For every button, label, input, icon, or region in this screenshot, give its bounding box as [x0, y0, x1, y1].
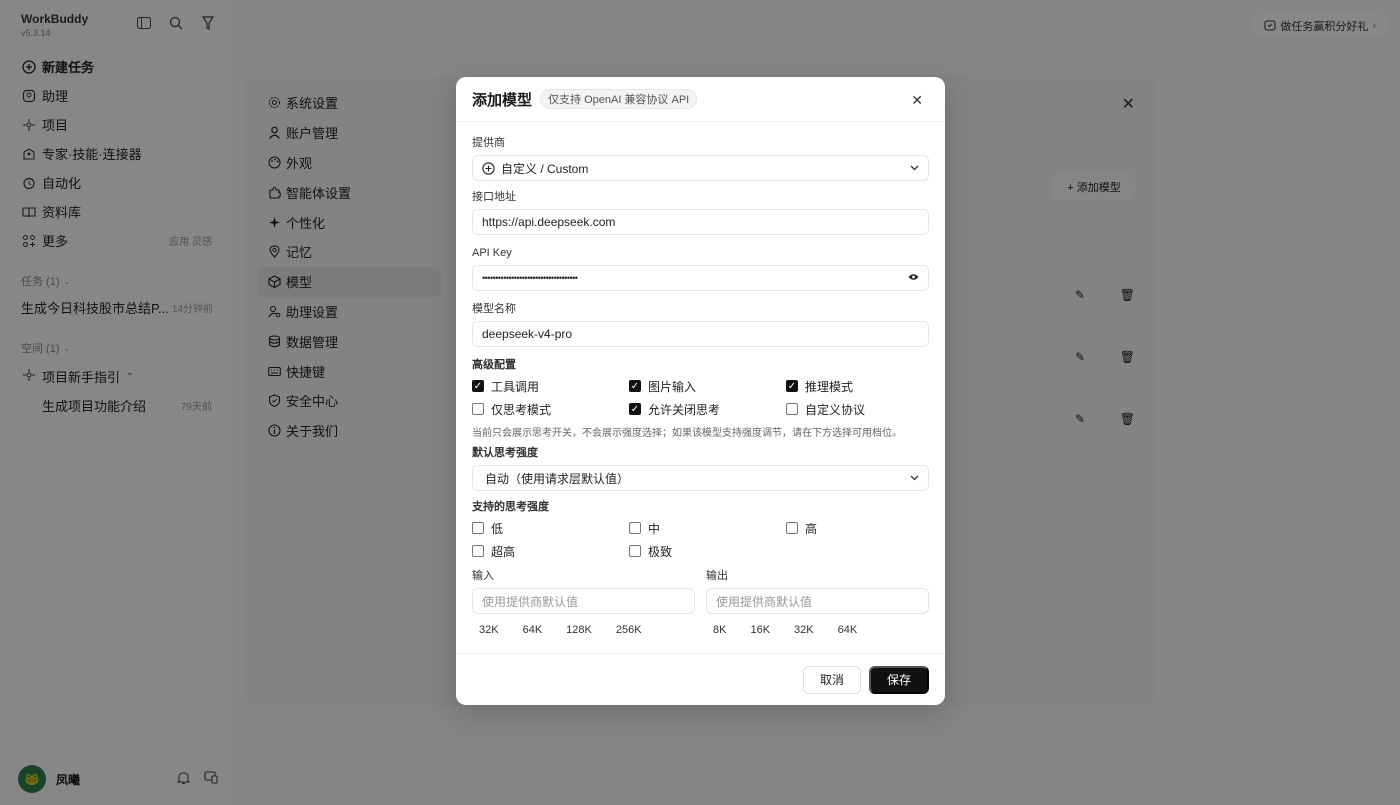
checkbox-box: ✓ [629, 403, 641, 415]
modal-close-icon[interactable]: ✕ [911, 92, 923, 109]
modal-header: 添加模型 仅支持 OpenAI 兼容协议 API ✕ [456, 77, 945, 122]
checkbox-tool-calling[interactable]: ✓ 工具调用 [472, 377, 629, 395]
eye-icon[interactable] [908, 273, 919, 284]
checkbox-image-input[interactable]: ✓ 图片输入 [629, 377, 786, 395]
provider-value: 自定义 / Custom [501, 161, 589, 176]
checkbox-box [629, 522, 641, 534]
preset-chip[interactable]: 256K [609, 621, 649, 639]
preset-chip[interactable]: 16K [743, 621, 777, 639]
checkbox-box [786, 403, 798, 415]
checkbox-box: ✓ [786, 380, 798, 392]
output-presets: 8K 16K 32K 64K [706, 621, 929, 639]
output-limit-placeholder: 使用提供商默认值 [716, 594, 813, 609]
input-limit-label: 输入 [472, 570, 494, 582]
plus-circle-icon [482, 161, 495, 175]
apikey-value: •••••••••••••••••••••••••••••••••••• [482, 273, 578, 283]
checkbox-reasoning-mode[interactable]: ✓ 推理模式 [786, 377, 929, 395]
advanced-checks: ✓ 工具调用 ✓ 图片输入 ✓ 推理模式 仅思考模式 ✓ 允许关闭思考 自定义协议 [472, 377, 929, 418]
preset-chip[interactable]: 8K [706, 621, 733, 639]
checkbox-box: ✓ [472, 380, 484, 392]
provider-label: 提供商 [472, 137, 505, 149]
chevron-down-icon [910, 473, 919, 484]
advanced-label: 高级配置 [472, 359, 516, 371]
checkbox-box [472, 403, 484, 415]
apikey-input[interactable]: •••••••••••••••••••••••••••••••••••• [472, 265, 929, 291]
protocol-tag: 仅支持 OpenAI 兼容协议 API [540, 89, 698, 109]
modal-title: 添加模型 [472, 91, 533, 109]
chevron-down-icon [910, 163, 919, 174]
checkbox-box [472, 545, 484, 557]
checkbox-strength-low[interactable]: 低 [472, 519, 629, 537]
output-limit-group: 输出 使用提供商默认值 8K 16K 32K 64K [706, 568, 929, 639]
checkbox-box [786, 522, 798, 534]
checkbox-box: ✓ [629, 380, 641, 392]
preset-chip[interactable]: 32K [787, 621, 821, 639]
checkbox-strength-max[interactable]: 极致 [629, 542, 786, 560]
modal-body: 提供商 自定义 / Custom 接口地址 https://api.deepse… [472, 135, 929, 639]
checkbox-box [629, 545, 641, 557]
preset-chip[interactable]: 32K [472, 621, 506, 639]
default-strength-label: 默认思考强度 [472, 447, 538, 459]
thinking-hint: 当前只会展示思考开关，不会展示强度选择；如果该模型支持强度调节，请在下方选择可用… [472, 428, 902, 439]
checkbox-thinking-only[interactable]: 仅思考模式 [472, 400, 629, 418]
checkbox-custom-protocol[interactable]: 自定义协议 [786, 400, 929, 418]
checkbox-box [472, 522, 484, 534]
checkbox-strength-medium[interactable]: 中 [629, 519, 786, 537]
output-limit-label: 输出 [706, 570, 728, 582]
apikey-label: API Key [472, 247, 512, 259]
input-limit-placeholder: 使用提供商默认值 [482, 594, 579, 609]
model-name-value: deepseek-v4-pro [482, 327, 573, 341]
input-limit-field[interactable]: 使用提供商默认值 [472, 588, 695, 614]
model-name-label: 模型名称 [472, 303, 516, 315]
model-name-input[interactable]: deepseek-v4-pro [472, 321, 929, 347]
preset-chip[interactable]: 64K [516, 621, 550, 639]
supported-strength-label: 支持的思考强度 [472, 501, 549, 513]
preset-chip[interactable]: 128K [559, 621, 599, 639]
endpoint-input[interactable]: https://api.deepseek.com [472, 209, 929, 235]
checkbox-strength-xhigh[interactable]: 超高 [472, 542, 629, 560]
default-strength-value: 自动（使用请求层默认值） [485, 471, 630, 486]
strength-checks: 低 中 高 超高 极致 [472, 519, 929, 560]
provider-select[interactable]: 自定义 / Custom [472, 155, 929, 181]
output-limit-field[interactable]: 使用提供商默认值 [706, 588, 929, 614]
endpoint-label: 接口地址 [472, 191, 516, 203]
checkbox-allow-disable-thinking[interactable]: ✓ 允许关闭思考 [629, 400, 786, 418]
default-strength-select[interactable]: 自动（使用请求层默认值） [472, 465, 929, 491]
checkbox-strength-high[interactable]: 高 [786, 519, 929, 537]
token-limits: 输入 使用提供商默认值 32K 64K 128K 256K 输出 使用提供商默认… [472, 568, 929, 639]
add-model-modal: 添加模型 仅支持 OpenAI 兼容协议 API ✕ 提供商 自定义 / Cus… [456, 77, 945, 705]
modal-footer: 取消 保存 [456, 653, 945, 705]
save-button[interactable]: 保存 [869, 665, 929, 694]
preset-chip[interactable]: 64K [831, 621, 865, 639]
cancel-button[interactable]: 取消 [803, 665, 861, 694]
endpoint-value: https://api.deepseek.com [482, 215, 616, 229]
input-presets: 32K 64K 128K 256K [472, 621, 695, 639]
input-limit-group: 输入 使用提供商默认值 32K 64K 128K 256K [472, 568, 695, 639]
